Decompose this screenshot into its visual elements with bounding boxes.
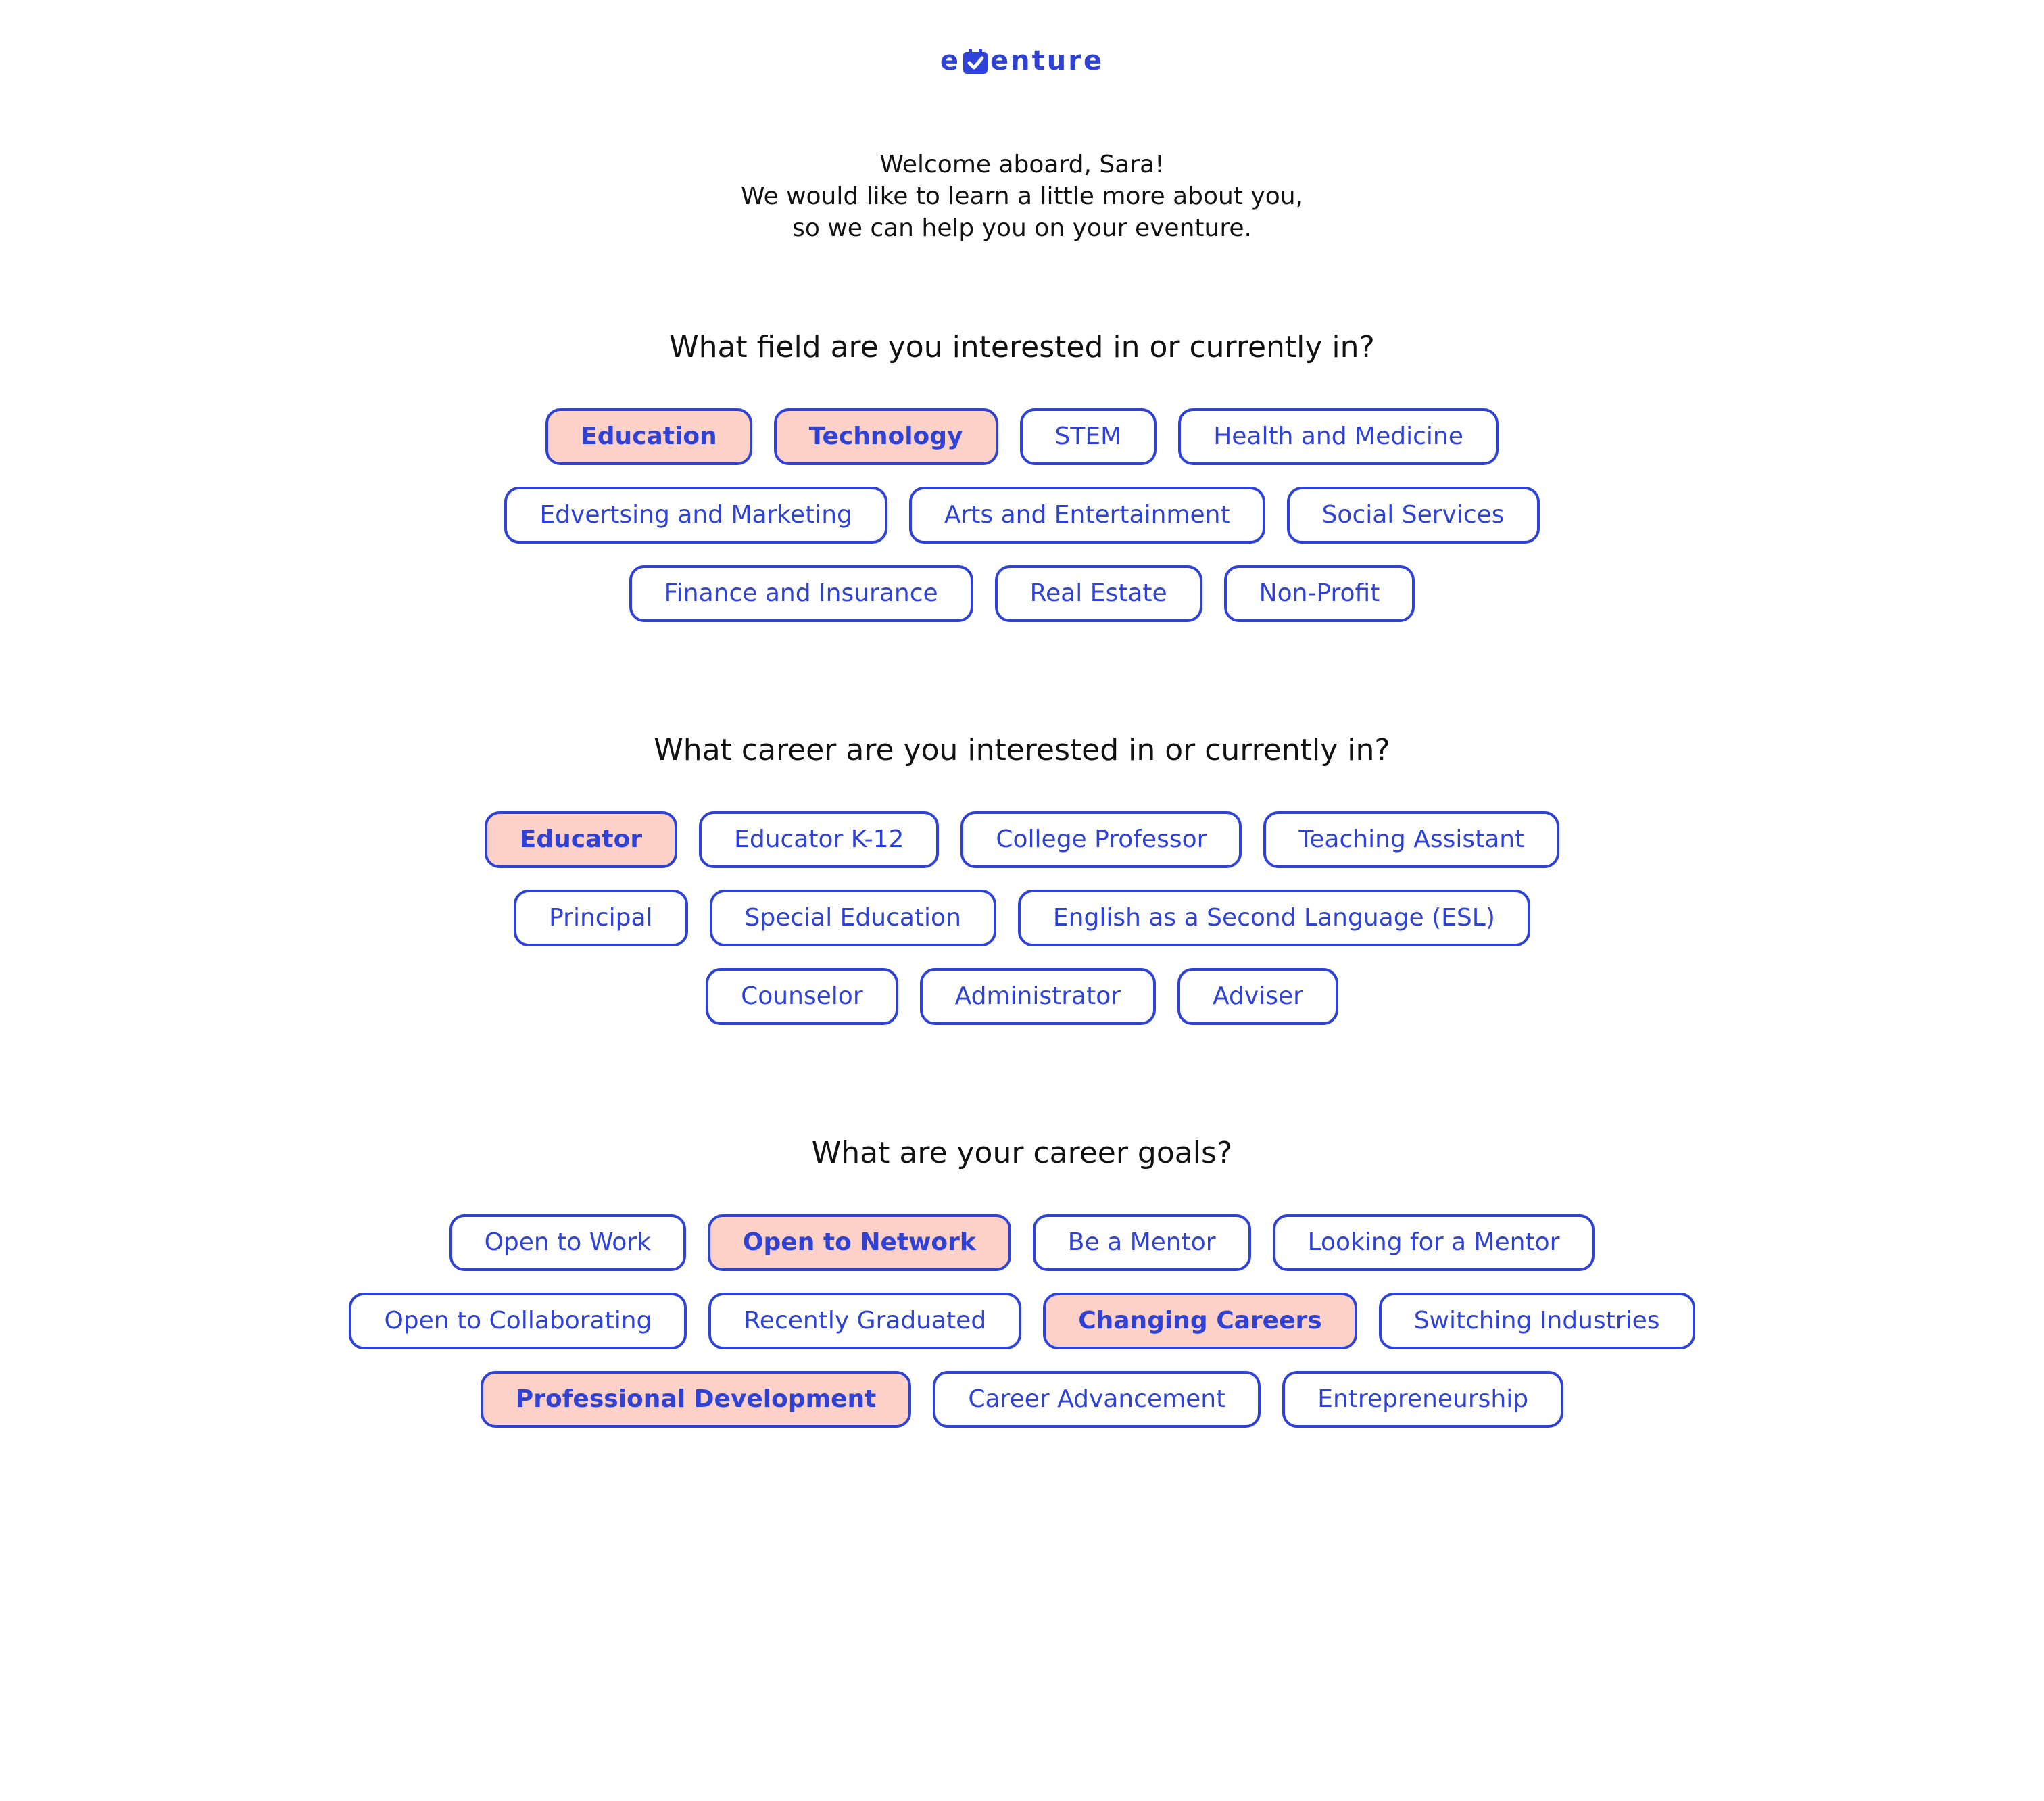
chip-goal-career-advancement[interactable]: Career Advancement [933,1371,1261,1428]
chip-goal-be-a-mentor[interactable]: Be a Mentor [1032,1214,1251,1271]
career-row-3: Counselor Administrator Adviser [0,968,2044,1025]
goals-row-1: Open to Work Open to Network Be a Mentor… [0,1214,2044,1271]
chip-field-arts-entertainment[interactable]: Arts and Entertainment [908,487,1265,544]
goals-row-3: Professional Development Career Advancem… [0,1371,2044,1428]
field-row-3: Finance and Insurance Real Estate Non-Pr… [0,565,2044,622]
career-row-2: Principal Special Education English as a… [0,890,2044,946]
chip-goal-recently-graduated[interactable]: Recently Graduated [708,1293,1022,1349]
chip-goal-open-to-collaborating[interactable]: Open to Collaborating [349,1293,687,1349]
chip-field-finance-insurance[interactable]: Finance and Insurance [629,565,973,622]
chip-goal-looking-for-mentor[interactable]: Looking for a Mentor [1272,1214,1595,1271]
chip-field-social-services[interactable]: Social Services [1286,487,1540,544]
calendar-check-icon [962,46,989,74]
chip-career-adviser[interactable]: Adviser [1177,968,1338,1025]
goals-question: What are your career goals? [811,1136,1233,1170]
chip-field-stem[interactable]: STEM [1019,408,1157,465]
chip-field-education[interactable]: Education [545,408,752,465]
chip-goal-open-to-network[interactable]: Open to Network [707,1214,1011,1271]
chip-goal-entrepreneurship[interactable]: Entrepreneurship [1282,1371,1564,1428]
chip-career-educator[interactable]: Educator [484,811,678,868]
chip-career-esl[interactable]: English as a Second Language (ESL) [1017,890,1530,946]
chip-goal-open-to-work[interactable]: Open to Work [449,1214,686,1271]
logo-suffix: enture [990,45,1104,76]
chip-career-college-professor[interactable]: College Professor [960,811,1242,868]
career-row-1: Educator Educator K-12 College Professor… [0,811,2044,868]
chip-career-teaching-assistant[interactable]: Teaching Assistant [1263,811,1560,868]
chip-career-administrator[interactable]: Administrator [919,968,1157,1025]
welcome-message: Welcome aboard, Sara! We would like to l… [0,149,2044,244]
career-question: What career are you interested in or cur… [654,733,1390,767]
welcome-line-3: so we can help you on your eventure. [792,214,1252,242]
chip-goal-changing-careers[interactable]: Changing Careers [1043,1293,1357,1349]
logo-prefix: e [940,45,961,76]
chip-goal-professional-development[interactable]: Professional Development [480,1371,912,1428]
field-row-1: Education Technology STEM Health and Med… [0,408,2044,465]
welcome-line-1: Welcome aboard, Sara! [879,151,1165,178]
chip-career-counselor[interactable]: Counselor [706,968,898,1025]
field-row-2: Edvertsing and Marketing Arts and Entert… [0,487,2044,544]
chip-field-non-profit[interactable]: Non-Profit [1223,565,1415,622]
chip-career-educator-k12[interactable]: Educator K-12 [699,811,940,868]
chip-career-special-education[interactable]: Special Education [709,890,996,946]
chip-field-technology[interactable]: Technology [773,408,998,465]
chip-field-health-medicine[interactable]: Health and Medicine [1178,408,1499,465]
chip-career-principal[interactable]: Principal [514,890,688,946]
eventure-logo: e enture [0,39,2044,81]
onboarding-page: e enture Welcome aboard, Sara! We would … [0,0,2044,1801]
welcome-line-2: We would like to learn a little more abo… [741,183,1303,210]
field-question: What field are you interested in or curr… [669,330,1375,364]
chip-goal-switching-industries[interactable]: Switching Industries [1378,1293,1695,1349]
chip-field-advertising-marketing[interactable]: Edvertsing and Marketing [504,487,887,544]
goals-row-2: Open to Collaborating Recently Graduated… [0,1293,2044,1349]
chip-field-real-estate[interactable]: Real Estate [994,565,1202,622]
